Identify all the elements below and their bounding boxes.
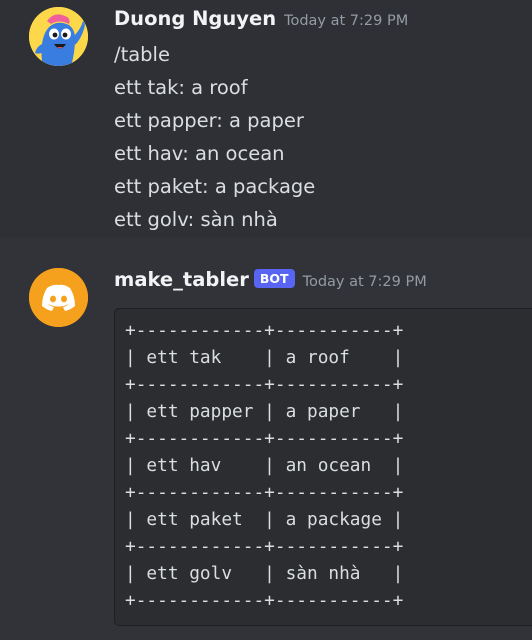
username[interactable]: Duong Nguyen [114,7,276,30]
code-line: +------------+-----------+ [125,590,404,611]
discord-logo-icon [29,268,88,327]
code-line: +------------+-----------+ [125,536,404,557]
message-line: ett papper: a paper [114,109,304,132]
code-content: +------------+-----------+ | ett tak | a… [125,317,403,614]
message-make-tabler: make_tabler BOT Today at 7:29 PM +--------… [0,238,532,640]
message-header: Duong Nguyen Today at 7:29 PM [114,7,408,30]
code-line: | ett golv | sàn nhà | [125,563,404,584]
code-line: +------------+-----------+ [125,320,404,341]
message-content: /table ett tak: a roof ett papper: a pap… [114,38,315,236]
message-line: ett paket: a package [114,175,316,198]
message-line: ett golv: sàn nhà [114,208,278,231]
user-avatar[interactable] [29,7,88,66]
message-line: /table [114,43,170,66]
code-line: +------------+-----------+ [125,428,404,449]
message-timestamp: Today at 7:29 PM [284,13,409,29]
bot-badge: BOT [253,269,295,288]
bot-avatar[interactable] [29,268,88,327]
blue-creature-avatar-icon [29,7,88,66]
message-duong-nguyen: Duong Nguyen Today at 7:29 PM /table ett … [0,0,532,238]
message-line: ett tak: a roof [114,76,248,99]
code-block: +------------+-----------+ | ett tak | a… [114,308,532,626]
message-header: make_tabler BOT Today at 7:29 PM [114,268,427,291]
code-line: | ett hav | an ocean | [125,455,404,476]
code-line: +------------+-----------+ [125,374,404,395]
username[interactable]: make_tabler [114,268,249,291]
code-line: +------------+-----------+ [125,482,404,503]
code-line: | ett tak | a roof | [125,347,404,368]
chat-messages: Duong Nguyen Today at 7:29 PM /table ett … [0,0,532,640]
message-line: ett hav: an ocean [114,142,285,165]
code-line: | ett paket | a package | [125,509,404,530]
code-line: | ett papper | a paper | [125,401,404,422]
message-timestamp: Today at 7:29 PM [302,274,427,290]
